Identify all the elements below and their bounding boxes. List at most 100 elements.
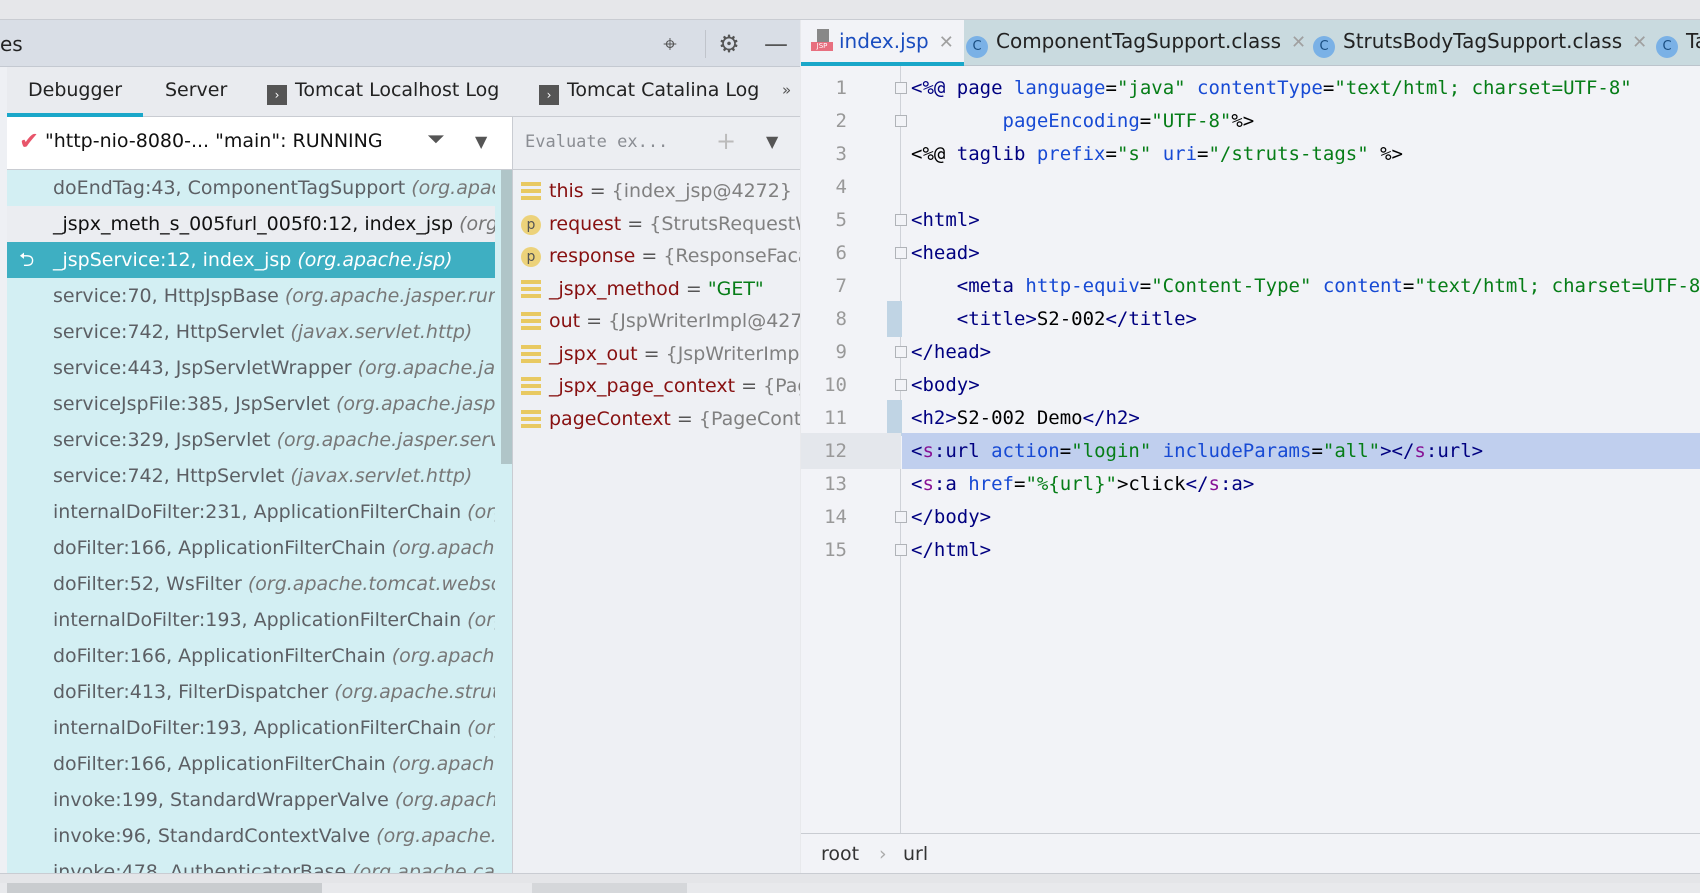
stack-frame[interactable]: service:70, HttpJspBase (org.apache.jasp…	[7, 278, 495, 314]
code-area[interactable]: <%@ page language="java" contentType="te…	[801, 66, 1700, 853]
tab-tomcat-catalina-log[interactable]: › Tomcat Catalina Log	[539, 67, 759, 117]
crosshair-icon[interactable]: ⌖	[654, 28, 686, 60]
code-line[interactable]: pageEncoding="UTF-8"%>	[911, 103, 1255, 139]
chevron-down-icon[interactable]: ▼	[766, 132, 778, 151]
code-token: prefix	[1036, 143, 1106, 165]
editor-tab-index-jsp[interactable]: JSP index.jsp ✕	[801, 20, 964, 66]
code-line[interactable]: <s:a href="%{url}">click</s:a>	[911, 466, 1254, 502]
stack-frame[interactable]: ⮌ _jspService:12, index_jsp (org.apache.j…	[7, 242, 495, 278]
variable-row[interactable]: out = {JspWriterImpl@4272	[513, 304, 800, 339]
code-line[interactable]: <%@ taglib prefix="s" uri="/struts-tags"…	[911, 136, 1403, 172]
frame-package: (org.apache.jsp)	[459, 213, 495, 235]
minimize-icon[interactable]: —	[760, 28, 792, 60]
stack-frame[interactable]: doEndTag:43, ComponentTagSupport (org.ap…	[7, 170, 495, 206]
variable-name: out	[549, 310, 581, 332]
class-icon: C	[1656, 36, 1678, 58]
frame-method: service:329, JspServlet	[53, 429, 271, 451]
stack-frame[interactable]: internalDoFilter:193, ApplicationFilterC…	[7, 710, 495, 746]
frame-package: (org.apache.catalina.core)	[391, 753, 495, 775]
stack-frame[interactable]: doFilter:166, ApplicationFilterChain (or…	[7, 530, 495, 566]
code-line[interactable]: <h2>S2-002 Demo</h2>	[911, 400, 1140, 436]
breadcrumb-root[interactable]: root	[821, 834, 859, 874]
stack-frame[interactable]: doFilter:52, WsFilter (org.apache.tomcat…	[7, 566, 495, 602]
stack-frame[interactable]: _jspx_meth_s_005furl_005f0:12, index_jsp…	[7, 206, 495, 242]
frame-method: doFilter:166, ApplicationFilterChain	[53, 645, 386, 667]
frame-method: _jspService:12, index_jsp	[53, 249, 292, 271]
stack-frame[interactable]: doFilter:166, ApplicationFilterChain (or…	[7, 638, 495, 674]
editor-tab-componenttagsupport[interactable]: C ComponentTagSupport.class ✕	[966, 20, 1306, 66]
variable-value: {JspWriterImpl	[665, 342, 800, 365]
stack-frame[interactable]: invoke:199, StandardWrapperValve (org.ap…	[7, 782, 495, 818]
add-watch-icon[interactable]: +	[716, 127, 736, 155]
close-icon[interactable]: ✕	[1632, 32, 1647, 53]
tab-debugger[interactable]: Debugger	[7, 67, 144, 117]
stack-frame[interactable]: invoke:96, StandardContextValve (org.apa…	[7, 818, 495, 854]
code-line[interactable]: <meta http-equiv="Content-Type" content=…	[911, 268, 1700, 304]
code-token: contentType	[1197, 77, 1323, 99]
close-icon[interactable]: ✕	[939, 32, 954, 53]
code-token: =	[1105, 143, 1117, 165]
console-icon: ›	[267, 85, 287, 105]
code-line[interactable]: <head>	[911, 235, 980, 271]
tab-server[interactable]: Server	[165, 67, 227, 117]
checkmark-icon: ✔	[19, 127, 40, 155]
code-line[interactable]: </body>	[911, 499, 991, 535]
variable-row[interactable]: _jspx_page_context = {PageContext	[513, 369, 800, 404]
field-icon	[521, 312, 541, 332]
stack-frame[interactable]: service:742, HttpServlet (javax.servlet.…	[7, 458, 495, 494]
code-token: <%@	[911, 143, 957, 165]
stack-frame[interactable]: service:742, HttpServlet (javax.servlet.…	[7, 314, 495, 350]
code-token: taglib	[956, 143, 1037, 165]
variable-row[interactable]: prequest = {StrutsRequestWrapper	[513, 207, 800, 242]
return-arrow-icon: ⮌	[19, 249, 35, 271]
class-icon: C	[1313, 36, 1335, 58]
code-token: "s"	[1116, 143, 1163, 165]
more-tabs-button[interactable]: »	[782, 67, 791, 117]
breadcrumb-separator: ›	[879, 843, 887, 865]
thread-selector[interactable]: ✔ "http-nio-8080-... "main": RUNNING ⏷ ▼	[7, 117, 512, 170]
stack-frame[interactable]: internalDoFilter:231, ApplicationFilterC…	[7, 494, 495, 530]
variable-row[interactable]: presponse = {ResponseFacade	[513, 239, 800, 274]
frame-package: (org.apache.catalina.core)	[467, 609, 495, 631]
code-line[interactable]: </html>	[911, 532, 991, 568]
tab-tomcat-localhost-log[interactable]: › Tomcat Localhost Log	[267, 67, 499, 117]
stack-frame[interactable]: service:443, JspServletWrapper (org.apac…	[7, 350, 495, 386]
code-line[interactable]: </head>	[911, 334, 991, 370]
frame-method: doEndTag:43, ComponentTagSupport	[53, 177, 406, 199]
code-line[interactable]: <title>S2-002</title>	[911, 301, 1197, 337]
variable-row[interactable]: pageContext = {PageContext	[513, 402, 800, 437]
filter-icon[interactable]: ⏷	[427, 127, 445, 152]
frames-scrollbar[interactable]	[501, 170, 512, 464]
code-line[interactable]: <html>	[911, 202, 980, 238]
code-token: %>	[1231, 110, 1255, 132]
code-token: ></	[1380, 440, 1415, 462]
editor-tab-strutsbodytagsupport[interactable]: C StrutsBodyTagSupport.class ✕	[1313, 20, 1647, 66]
stack-frame[interactable]: invoke:478, AuthenticatorBase (org.apach…	[7, 854, 495, 873]
code-line[interactable]: <%@ page language="java" contentType="te…	[911, 70, 1632, 106]
stack-frame[interactable]: service:329, JspServlet (org.apache.jasp…	[7, 422, 495, 458]
field-icon	[521, 279, 541, 300]
tab-label: StrutsBodyTagSupport.class	[1343, 29, 1623, 53]
gear-icon[interactable]: ⚙	[713, 28, 745, 60]
frame-package: (org.apache.catalina.core)	[467, 501, 495, 523]
code-line[interactable]: <body>	[911, 367, 980, 403]
code-token: "%{url}"	[1025, 473, 1117, 495]
close-icon[interactable]: ✕	[1291, 32, 1306, 53]
editor-tab-ta[interactable]: C Ta	[1656, 20, 1700, 66]
frame-method: invoke:96, StandardContextValve	[53, 825, 371, 847]
frame-method: service:742, HttpServlet	[53, 465, 285, 487]
variable-row[interactable]: _jspx_method = "GET"	[513, 272, 800, 307]
evaluate-expression-field[interactable]: Evaluate ex... + ▼	[512, 117, 800, 170]
stack-frame[interactable]: doFilter:166, ApplicationFilterChain (or…	[7, 746, 495, 782]
code-token: %>	[1380, 143, 1403, 165]
code-token: </head>	[911, 341, 992, 363]
frame-package: (org.apache.tomcat.websocket.server)	[247, 573, 495, 595]
variable-row[interactable]: this = {index_jsp@4272}	[513, 174, 800, 209]
code-line[interactable]: <s:url action="login" includeParams="all…	[902, 433, 1700, 469]
breadcrumb-url[interactable]: url	[903, 834, 928, 874]
chevron-down-icon[interactable]: ▼	[475, 132, 487, 151]
stack-frame[interactable]: doFilter:413, FilterDispatcher (org.apac…	[7, 674, 495, 710]
variable-row[interactable]: _jspx_out = {JspWriterImpl	[513, 337, 800, 372]
stack-frame[interactable]: serviceJspFile:385, JspServlet (org.apac…	[7, 386, 495, 422]
stack-frame[interactable]: internalDoFilter:193, ApplicationFilterC…	[7, 602, 495, 638]
